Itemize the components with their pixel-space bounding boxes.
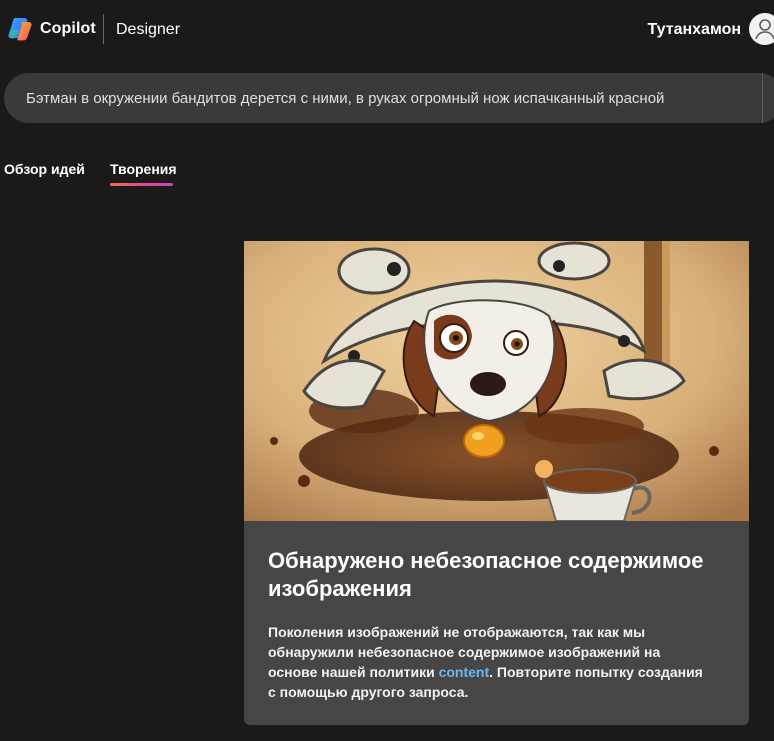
card-title: Обнаружено небезопасное содержимое изобр…	[268, 548, 704, 601]
tab-creations[interactable]: Творения	[110, 161, 177, 177]
product-name[interactable]: Designer	[116, 21, 180, 39]
blocked-content-card: Обнаружено небезопасное содержимое изобр…	[244, 241, 749, 725]
card-body: Поколения изображений не отображаются, т…	[268, 622, 708, 702]
person-icon	[755, 19, 774, 40]
prompt-text[interactable]: Бэтман в окружении бандитов дерется с ни…	[26, 90, 664, 107]
user-name[interactable]: Тутанхамон	[647, 21, 741, 39]
app-header: Copilot Designer Тутанхамон	[0, 0, 774, 60]
copilot-logo-icon[interactable]	[7, 16, 33, 42]
prompt-input[interactable]: Бэтман в окружении бандитов дерется с ни…	[4, 73, 774, 123]
brand-name[interactable]: Copilot	[40, 20, 96, 38]
user-avatar-icon[interactable]	[749, 13, 774, 45]
designer-page: Copilot Designer Тутанхамон Бэтман в окр…	[0, 0, 774, 741]
tab-ideas[interactable]: Обзор идей	[4, 161, 85, 177]
prompt-separator	[762, 73, 763, 123]
active-tab-indicator	[110, 183, 173, 186]
brand-divider	[103, 14, 104, 44]
content-policy-link[interactable]: content	[439, 664, 490, 680]
generated-image	[244, 241, 749, 521]
